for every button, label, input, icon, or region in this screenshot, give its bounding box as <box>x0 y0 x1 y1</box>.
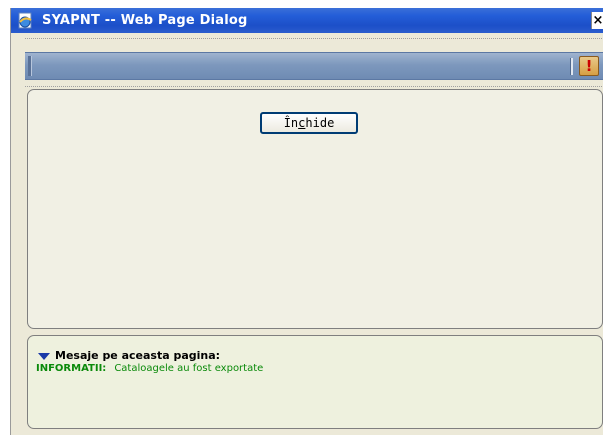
toolbar-divider <box>25 86 603 87</box>
messages-header[interactable]: Mesaje pe aceasta pagina: <box>38 349 220 362</box>
top-divider <box>25 38 603 39</box>
exclamation-icon: ! <box>585 56 593 75</box>
close-window-button[interactable]: × <box>591 12 603 29</box>
close-button[interactable]: În c hide <box>260 112 358 134</box>
toolbar-grip[interactable] <box>28 56 32 76</box>
messages-panel: Mesaje pe aceasta pagina: INFORMATII: Ca… <box>27 335 603 429</box>
collapse-triangle-icon[interactable] <box>38 352 50 360</box>
message-item: INFORMATII: Cataloagele au fost exportat… <box>36 363 263 374</box>
close-button-label-accesskey: c <box>298 116 306 130</box>
message-text: Cataloagele au fost exportate <box>114 363 264 374</box>
window-title: SYAPNT -- Web Page Dialog <box>42 13 248 28</box>
close-button-label-suffix: hide <box>305 116 335 130</box>
toolbar-separator <box>570 58 573 75</box>
close-icon: × <box>592 13 603 28</box>
ie-page-icon <box>17 12 35 30</box>
toolbar: ! <box>25 52 603 80</box>
title-bar[interactable]: SYAPNT -- Web Page Dialog × <box>11 8 603 33</box>
message-type: INFORMATII: <box>36 363 107 374</box>
alert-button[interactable]: ! <box>579 56 599 76</box>
close-button-label-prefix: În <box>283 116 299 130</box>
messages-header-label: Mesaje pe aceasta pagina: <box>55 349 221 362</box>
dialog-window: SYAPNT -- Web Page Dialog × ! În c hide Me… <box>10 8 603 435</box>
